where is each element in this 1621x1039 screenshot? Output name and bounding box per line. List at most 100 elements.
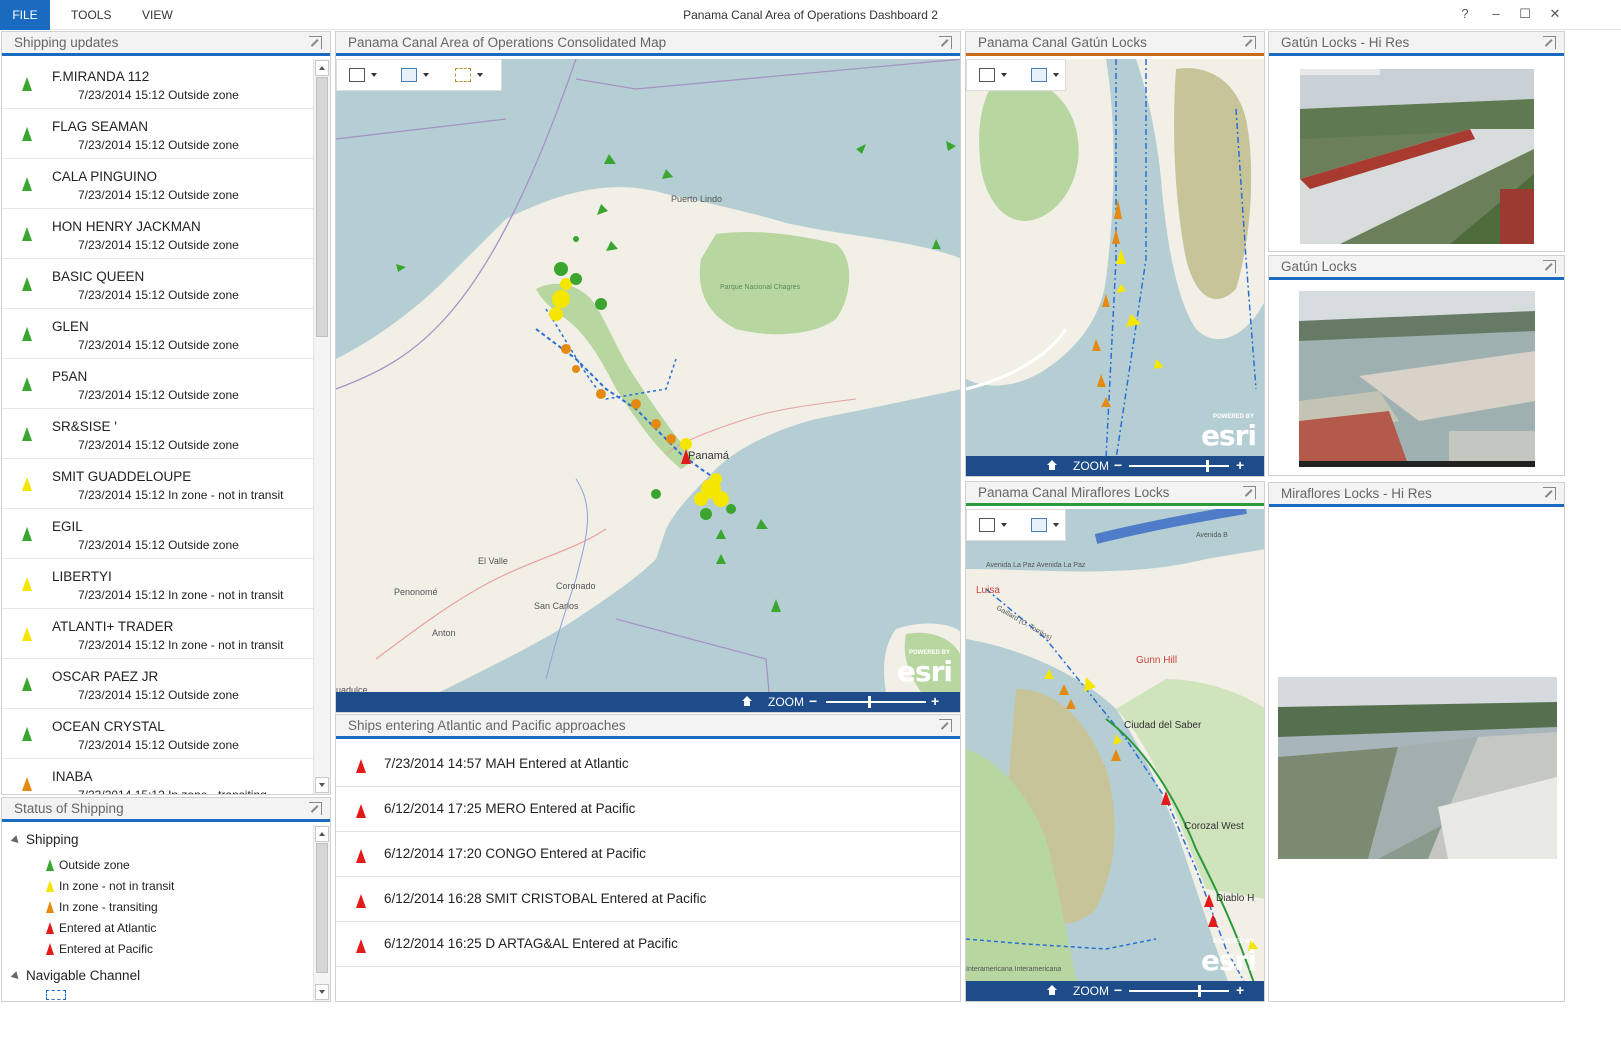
list-item[interactable]: 6/12/2014 17:25 MERO Entered at Pacific	[336, 787, 960, 832]
list-item[interactable]: FLAG SEAMAN 7/23/2014 15:12 Outside zone	[2, 109, 313, 159]
zoom-label: ZOOM	[768, 695, 804, 709]
collapse-caret-icon[interactable]	[10, 835, 22, 846]
list-item[interactable]: F.MIRANDA 112 7/23/2014 15:12 Outside zon…	[2, 59, 313, 109]
ship-name: ATLANTI+ TRADER	[52, 619, 174, 634]
zoom-in-button[interactable]: +	[1236, 982, 1244, 998]
expand-icon[interactable]	[1543, 487, 1556, 500]
list-item[interactable]: LIBERTYI 7/23/2014 15:12 In zone - not in…	[2, 559, 313, 609]
ship-status: 7/23/2014 15:12 In zone - not in transit	[78, 638, 284, 652]
basemap-icon[interactable]	[979, 518, 995, 532]
tools-menu[interactable]: TOOLS	[71, 0, 111, 30]
zoom-slider-thumb[interactable]	[868, 696, 871, 708]
zoom-slider[interactable]	[1129, 990, 1229, 992]
ship-status-icon	[22, 677, 32, 691]
ship-name: SMIT GUADDELOUPE	[52, 469, 192, 484]
list-item[interactable]: 6/12/2014 17:20 CONGO Entered at Pacific	[336, 832, 960, 877]
chevron-down-icon[interactable]	[477, 73, 483, 77]
legend-group-shipping[interactable]: Shipping	[10, 832, 79, 847]
zoom-label: ZOOM	[1073, 984, 1109, 998]
legend-group-label: Navigable Channel	[26, 968, 141, 983]
event-text: 7/23/2014 14:57 MAH Entered at Atlantic	[384, 756, 629, 771]
expand-icon[interactable]	[939, 719, 952, 732]
scroll-up-icon[interactable]	[315, 826, 329, 842]
zoom-in-button[interactable]: +	[931, 693, 939, 709]
list-item[interactable]: P5AN 7/23/2014 15:12 Outside zone	[2, 359, 313, 409]
list-item[interactable]: OCEAN CRYSTAL 7/23/2014 15:12 Outside zon…	[2, 709, 313, 759]
zoom-out-button[interactable]: −	[1114, 982, 1122, 998]
list-item[interactable]: EGIL 7/23/2014 15:12 Outside zone	[2, 509, 313, 559]
map-canvas[interactable]: Puerto Lindo Parque Nacional Chagres Pan…	[336, 59, 960, 712]
zoom-slider[interactable]	[1129, 465, 1229, 467]
gatun-map[interactable]: POWERED BY esri ZOOM − +	[966, 59, 1264, 476]
scrollbar[interactable]	[313, 825, 330, 1001]
layers-icon[interactable]	[1031, 518, 1047, 532]
list-item[interactable]: SR&SISE ' 7/23/2014 15:12 Outside zone	[2, 409, 313, 459]
chevron-down-icon[interactable]	[423, 73, 429, 77]
list-item[interactable]: 6/12/2014 16:25 D ARTAG&AL Entered at Pa…	[336, 922, 960, 967]
ship-status-icon	[22, 327, 32, 341]
expand-icon[interactable]	[309, 802, 322, 815]
expand-icon[interactable]	[939, 36, 952, 49]
zoom-slider-thumb[interactable]	[1206, 460, 1209, 472]
expand-icon[interactable]	[1543, 36, 1556, 49]
chevron-down-icon[interactable]	[371, 73, 377, 77]
list-item[interactable]: SMIT GUADDELOUPE 7/23/2014 15:12 In zone …	[2, 459, 313, 509]
place-label: Penonomé	[394, 587, 438, 597]
zoom-slider-thumb[interactable]	[1198, 985, 1201, 997]
consolidated-map[interactable]: Puerto Lindo Parque Nacional Chagres Pan…	[336, 59, 960, 712]
expand-icon[interactable]	[1243, 486, 1256, 499]
list-item[interactable]: INABA 7/23/2014 15:12 In zone - transitin…	[2, 759, 313, 794]
zoom-in-button[interactable]: +	[1236, 457, 1244, 473]
place-label: Diablo H	[1216, 893, 1254, 904]
place-label: Coronado	[556, 581, 596, 591]
expand-icon[interactable]	[309, 36, 322, 49]
miraflores-map[interactable]: Luisa Gunn Hill Ciudad del Saber Corozal…	[966, 509, 1264, 1001]
list-item[interactable]: ATLANTI+ TRADER 7/23/2014 15:12 In zone -…	[2, 609, 313, 659]
home-icon[interactable]	[1046, 459, 1058, 471]
ship-status: 7/23/2014 15:12 Outside zone	[78, 338, 239, 352]
list-item[interactable]: HON HENRY JACKMAN 7/23/2014 15:12 Outside…	[2, 209, 313, 259]
zoom-slider[interactable]	[826, 701, 926, 703]
layers-icon[interactable]	[1031, 68, 1047, 82]
help-button[interactable]: ?	[1455, 4, 1475, 24]
minimize-button[interactable]: –	[1486, 4, 1506, 24]
scroll-down-icon[interactable]	[315, 777, 329, 793]
file-menu[interactable]: FILE	[0, 0, 50, 30]
collapse-caret-icon[interactable]	[10, 971, 22, 982]
select-tool-icon[interactable]	[455, 68, 471, 82]
basemap-icon[interactable]	[979, 68, 995, 82]
basemap-icon[interactable]	[349, 68, 365, 82]
place-label: Puerto Lindo	[671, 194, 722, 204]
list-item[interactable]: GLEN 7/23/2014 15:12 Outside zone	[2, 309, 313, 359]
list-item[interactable]: OSCAR PAEZ JR 7/23/2014 15:12 Outside zon…	[2, 659, 313, 709]
view-menu[interactable]: VIEW	[142, 0, 173, 30]
zoom-out-button[interactable]: −	[1114, 457, 1122, 473]
layers-icon[interactable]	[401, 68, 417, 82]
map-canvas[interactable]: Luisa Gunn Hill Ciudad del Saber Corozal…	[966, 509, 1264, 1001]
panel-title: Panama Canal Miraflores Locks	[978, 485, 1170, 500]
chevron-down-icon[interactable]	[1053, 523, 1059, 527]
list-item[interactable]: 6/12/2014 16:28 SMIT CRISTOBAL Entered a…	[336, 877, 960, 922]
expand-icon[interactable]	[1543, 260, 1556, 273]
close-button[interactable]: ✕	[1545, 4, 1565, 24]
scroll-down-icon[interactable]	[315, 984, 329, 1000]
scroll-thumb[interactable]	[316, 77, 328, 337]
scrollbar[interactable]	[313, 59, 330, 794]
chevron-down-icon[interactable]	[1001, 523, 1007, 527]
scroll-thumb[interactable]	[316, 843, 328, 973]
home-icon[interactable]	[741, 695, 753, 707]
list-item[interactable]: CALA PINGUINO 7/23/2014 15:12 Outside zon…	[2, 159, 313, 209]
chevron-down-icon[interactable]	[1001, 73, 1007, 77]
expand-icon[interactable]	[1243, 36, 1256, 49]
esri-logo: esri	[1200, 944, 1257, 977]
place-label: Gunn Hill	[1136, 655, 1177, 666]
zoom-out-button[interactable]: −	[809, 693, 817, 709]
home-icon[interactable]	[1046, 984, 1058, 996]
list-item[interactable]: 7/23/2014 14:57 MAH Entered at Atlantic	[336, 742, 960, 787]
maximize-button[interactable]: ☐	[1515, 4, 1535, 24]
chevron-down-icon[interactable]	[1053, 73, 1059, 77]
legend-label: Entered at Atlantic	[59, 921, 157, 935]
list-item[interactable]: BASIC QUEEN 7/23/2014 15:12 Outside zone	[2, 259, 313, 309]
scroll-up-icon[interactable]	[315, 60, 329, 76]
legend-group-channel[interactable]: Navigable Channel	[10, 968, 141, 983]
